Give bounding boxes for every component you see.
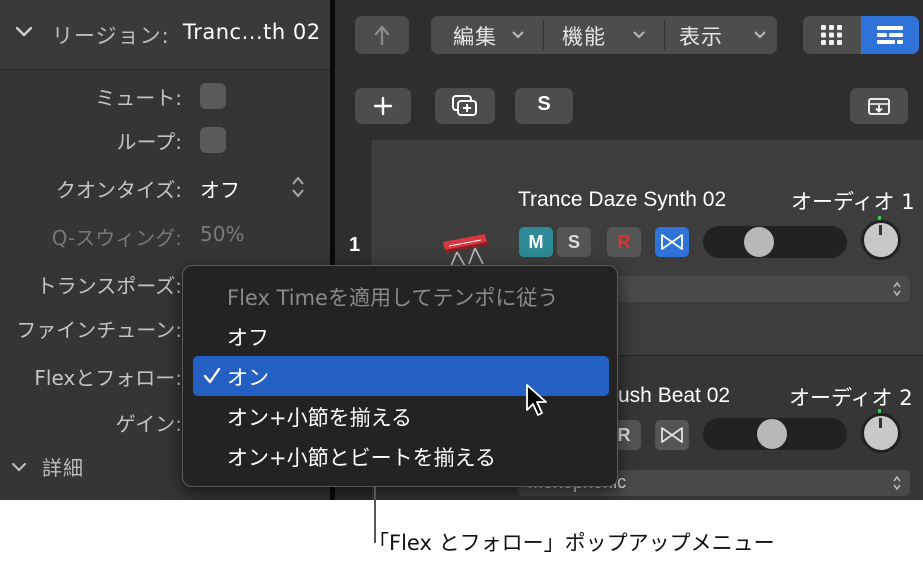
- menu-item-header: Flex Timeを適用してテンポに従う: [193, 276, 609, 316]
- param-label: ゲイン:: [115, 412, 182, 436]
- global-solo-button[interactable]: S: [515, 88, 573, 124]
- menu-item-label: Flex Timeを適用してテンポに従う: [227, 286, 559, 310]
- duplicate-track-button[interactable]: [435, 88, 495, 124]
- fader-knob[interactable]: [757, 419, 787, 449]
- flex-button[interactable]: [655, 420, 689, 450]
- keyboard-synth-icon: [443, 234, 487, 267]
- inspector-region-name: Tranc...th 02: [183, 20, 321, 44]
- param-label: トランスポーズ:: [36, 274, 182, 298]
- chevron-down-icon: [512, 31, 524, 39]
- chevron-down-icon: [754, 31, 766, 39]
- track-type: オーディオ 1: [791, 190, 915, 214]
- param-label: Q-スウィング:: [51, 226, 182, 250]
- catch-playhead-button[interactable]: [850, 88, 908, 124]
- track-type: オーディオ 2: [789, 386, 913, 410]
- menu-label: 編集: [453, 25, 497, 49]
- arrow-up-icon: [374, 25, 390, 46]
- tracks-view-button[interactable]: [861, 16, 919, 54]
- download-tray-icon: [868, 98, 890, 115]
- inspector-header[interactable]: リージョン: Tranc...th 02: [0, 0, 330, 70]
- menu-label: 表示: [679, 25, 723, 49]
- menu-item-label: オフ: [227, 326, 269, 350]
- qswing-value: 50%: [200, 222, 245, 246]
- param-label: ループ:: [116, 130, 182, 154]
- pan-knob[interactable]: [861, 220, 901, 260]
- grid-icon: [821, 25, 842, 45]
- solo-label: S: [537, 93, 551, 115]
- chevron-down-icon[interactable]: [14, 22, 34, 42]
- edit-menu-button[interactable]: 編集: [431, 16, 543, 54]
- param-row-qswing: Q-スウィング: 50%: [0, 214, 330, 254]
- loop-checkbox[interactable]: [200, 127, 226, 153]
- flex-bowtie-icon: [661, 234, 683, 250]
- track-header-bar: S: [335, 72, 923, 140]
- mute-checkbox[interactable]: [200, 83, 226, 109]
- details-label: 詳細: [42, 456, 84, 480]
- logic-pro-window: リージョン: Tranc...th 02 ミュート: ループ: クオンタイズ: …: [0, 0, 923, 500]
- param-label: ミュート:: [95, 86, 182, 110]
- pan-knob[interactable]: [861, 413, 901, 453]
- param-label: クオンタイズ:: [55, 178, 182, 202]
- menu-segmented-control: 編集 機能 表示: [431, 16, 777, 54]
- mute-button[interactable]: M: [519, 227, 553, 257]
- fader-knob[interactable]: [744, 227, 774, 257]
- param-label: ファインチューン:: [16, 318, 182, 342]
- param-row-quantize[interactable]: クオンタイズ: オフ: [0, 166, 330, 206]
- flex-button[interactable]: [655, 227, 689, 257]
- mouse-pointer-icon: [526, 384, 547, 416]
- chevron-down-icon: [633, 31, 645, 39]
- solo-button[interactable]: S: [557, 227, 591, 257]
- volume-fader[interactable]: [703, 226, 847, 258]
- record-button[interactable]: R: [607, 227, 641, 257]
- track-name[interactable]: ush Beat 02: [618, 384, 730, 408]
- menu-item-label: オン+小節とビートを揃える: [227, 446, 496, 470]
- menu-item-on-bars-beats[interactable]: オン+小節とビートを揃える: [193, 436, 609, 476]
- chevron-down-icon: [11, 462, 27, 472]
- flex-bowtie-icon: [661, 427, 683, 443]
- param-row-loop: ループ:: [0, 118, 330, 158]
- quantize-value[interactable]: オフ: [200, 174, 240, 203]
- tracks-list-icon: [877, 26, 903, 44]
- param-label: Flexとフォロー:: [34, 366, 182, 390]
- param-row-mute: ミュート:: [0, 74, 330, 114]
- stepper-arrows-icon: [893, 475, 901, 491]
- checkmark-icon: [203, 367, 221, 384]
- menu-label: 機能: [562, 25, 606, 49]
- add-track-button[interactable]: [355, 88, 411, 124]
- figure-caption: 「Flex とフォロー」ポップアップメニュー: [368, 531, 775, 555]
- stepper-arrows-icon: [893, 281, 901, 297]
- view-mode-toggle: [803, 16, 919, 54]
- grid-view-button[interactable]: [803, 16, 861, 54]
- menu-item-label: オン: [227, 366, 269, 390]
- plus-icon: [373, 96, 393, 116]
- tracks-toolbar: 編集 機能 表示: [335, 0, 923, 72]
- volume-fader[interactable]: [703, 418, 847, 450]
- stepper-arrows-icon[interactable]: [290, 174, 306, 200]
- flex-follow-popup-menu: Flex Timeを適用してテンポに従う オフ オン オン+小節を揃える オン+…: [182, 265, 618, 487]
- inspector-title-label: リージョン:: [52, 24, 170, 48]
- functions-menu-button[interactable]: 機能: [544, 16, 664, 54]
- track-number: 1: [349, 234, 361, 256]
- menu-item-label: オン+小節を揃える: [227, 406, 412, 430]
- track-name[interactable]: Trance Daze Synth 02: [518, 188, 726, 212]
- duplicate-icon: [452, 95, 477, 116]
- view-menu-button[interactable]: 表示: [665, 16, 777, 54]
- menu-item-off[interactable]: オフ: [193, 316, 609, 356]
- back-up-button[interactable]: [355, 16, 409, 54]
